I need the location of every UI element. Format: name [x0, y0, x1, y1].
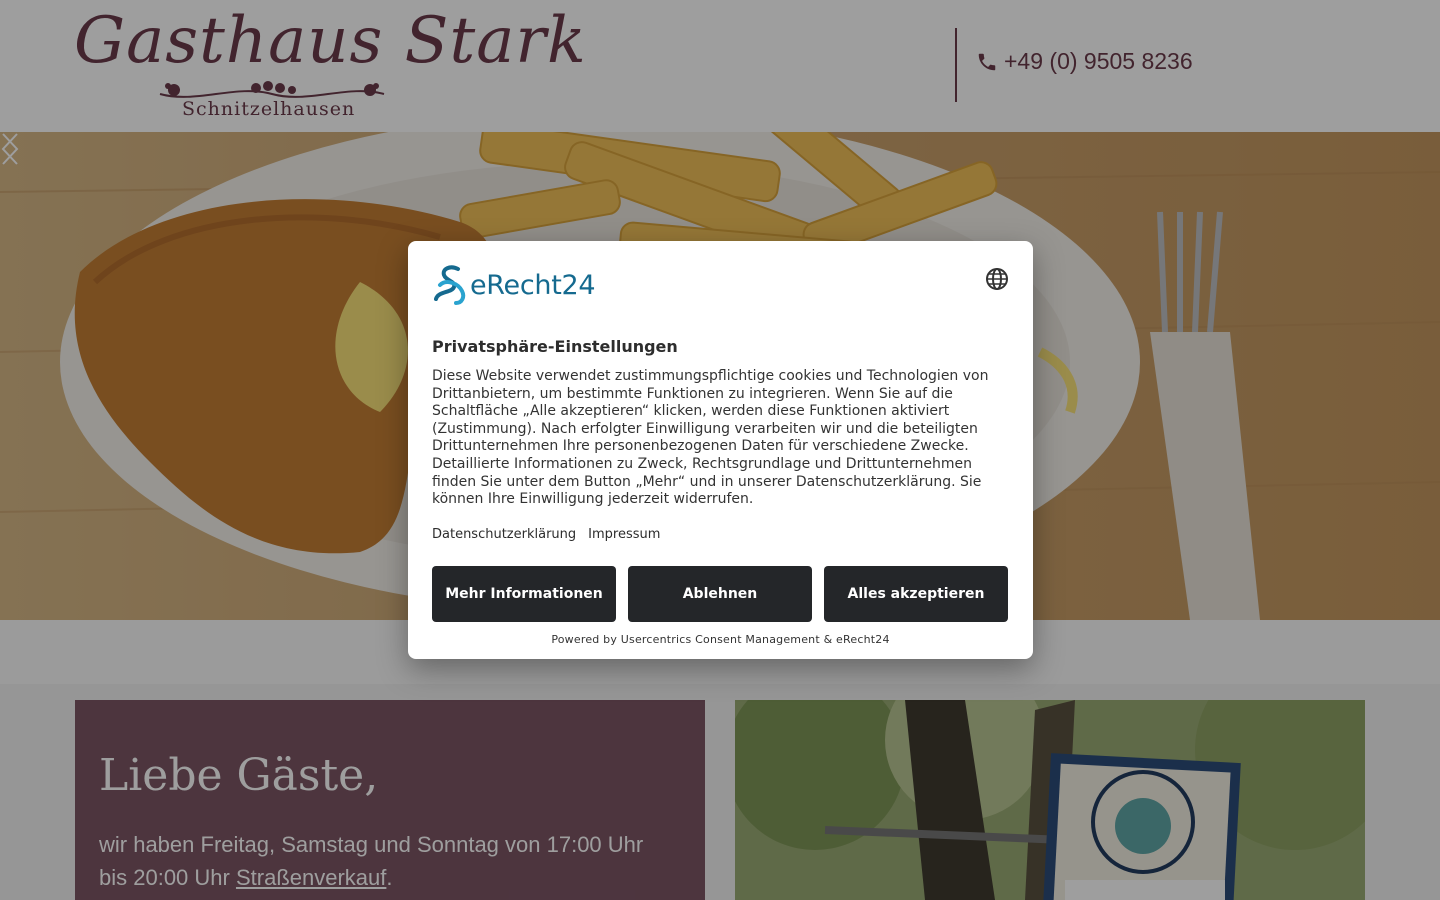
erecht24-logo: eRecht24 [432, 265, 596, 305]
deny-button[interactable]: Ablehnen [628, 566, 812, 622]
privacy-policy-link[interactable]: Datenschutzerklärung [432, 527, 576, 542]
erecht24-brand: eRecht24 [470, 269, 596, 301]
accept-all-button[interactable]: Alles akzeptieren [824, 566, 1008, 622]
language-globe-icon[interactable] [985, 267, 1009, 291]
erecht24-logo-icon [434, 265, 466, 305]
imprint-link[interactable]: Impressum [588, 527, 660, 542]
consent-links: Datenschutzerklärung Impressum [432, 527, 660, 542]
consent-title: Privatsphäre-Einstellungen [432, 337, 678, 356]
consent-dialog: eRecht24 Privatsphäre-Einstellungen Dies… [408, 241, 1033, 659]
consent-description: Diese Website verwendet zustimmungspflic… [432, 368, 989, 508]
powered-by-text: Powered by Usercentrics Consent Manageme… [551, 633, 890, 646]
more-info-button[interactable]: Mehr Informationen [432, 566, 616, 622]
